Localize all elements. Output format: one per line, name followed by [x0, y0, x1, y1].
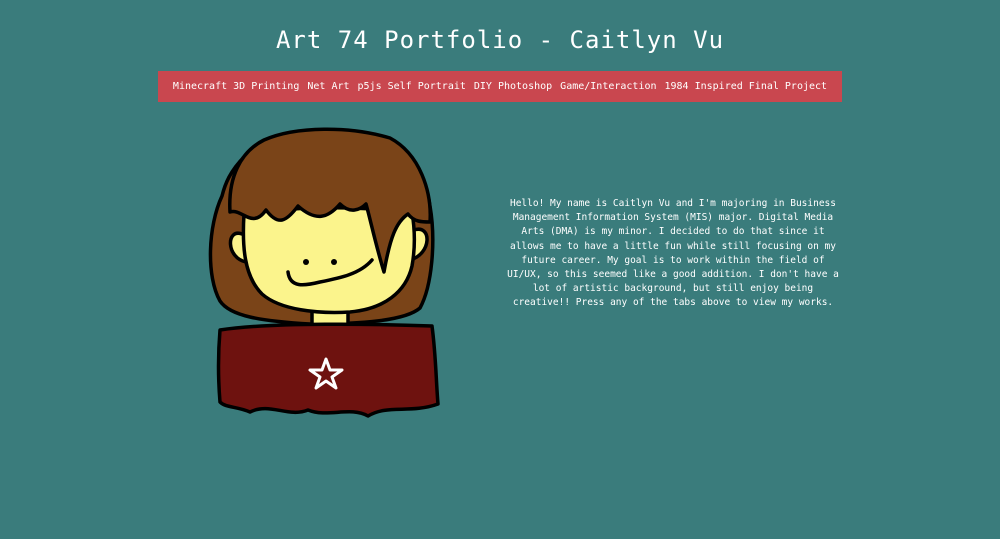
intro-text: Hello! My name is Caitlyn Vu and I'm maj… — [507, 198, 839, 309]
nav-link-p5js-self-portrait[interactable]: p5js Self Portrait — [358, 81, 466, 92]
nav-link-net-art[interactable]: Net Art — [307, 81, 349, 92]
page-title: Art 74 Portfolio - Caitlyn Vu — [275, 26, 725, 54]
right-eye — [331, 259, 337, 265]
self-portrait-drawing — [208, 127, 440, 418]
left-eye — [303, 259, 309, 265]
nav-link-minecraft-3d-printing[interactable]: Minecraft 3D Printing — [173, 81, 299, 92]
nav-bar: Minecraft 3D Printing Net Art p5js Self … — [158, 71, 842, 102]
nav-link-1984-final-project[interactable]: 1984 Inspired Final Project — [665, 81, 828, 92]
nav-link-diy-photoshop[interactable]: DIY Photoshop — [474, 81, 552, 92]
shirt — [216, 322, 440, 418]
nav-link-game-interaction[interactable]: Game/Interaction — [560, 81, 656, 92]
